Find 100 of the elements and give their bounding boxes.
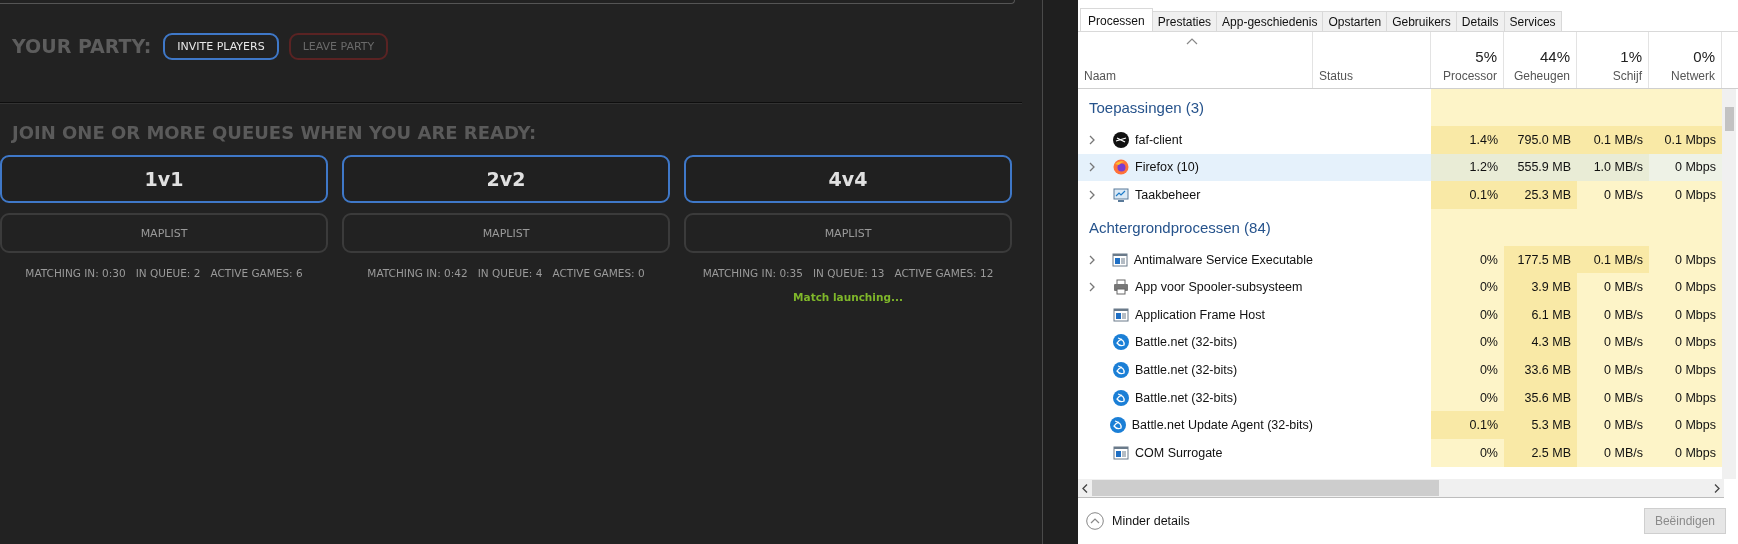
table-cell: 0% [1431, 356, 1504, 384]
expand-chevron-icon[interactable] [1089, 190, 1096, 200]
expand-chevron-icon[interactable] [1089, 162, 1096, 173]
table-cell: 0% [1431, 300, 1504, 329]
table-cell: 177.5 MB [1504, 245, 1577, 274]
table-cell: 0 MB/s [1577, 273, 1649, 301]
vertical-scrollbar[interactable] [1722, 89, 1736, 479]
process-name: Battle.net (32-bits) [1135, 335, 1238, 350]
table-cell: 0.1 MB/s [1577, 126, 1649, 154]
collapse-icon [1086, 512, 1104, 530]
table-cell: 0% [1431, 273, 1504, 301]
process-row[interactable]: COM Surrogate 0% 2.5 MB 0 MB/s 0 Mbps [1078, 438, 1722, 467]
browser-icon [1113, 159, 1129, 176]
process-row[interactable]: Application Frame Host 0% 6.1 MB 0 MB/s 0 Mbps [1078, 300, 1722, 329]
table-cell: 25.3 MB [1504, 181, 1577, 209]
maplist-button[interactable]: MAPLIST [0, 213, 328, 253]
table-cell: 0 Mbps [1649, 383, 1722, 412]
table-cell: 0 MB/s [1577, 181, 1649, 209]
table-cell: 0 MB/s [1577, 383, 1649, 412]
tab[interactable]: Prestaties [1151, 11, 1218, 31]
column-header[interactable]: Status [1319, 69, 1424, 83]
tab[interactable]: Details [1455, 11, 1505, 31]
tab[interactable]: Processen [1080, 8, 1153, 31]
process-row[interactable]: Firefox (10) 1.2% 555.9 MB 1.0 MB/s 0 Mbps [1078, 153, 1722, 182]
window-icon [1111, 251, 1128, 268]
table-cell: 0 Mbps [1649, 328, 1722, 357]
circle-logo-icon [1109, 417, 1126, 434]
queue-stat: ACTIVE GAMES: 12 [894, 267, 994, 279]
table-cell: 3.9 MB [1504, 273, 1577, 301]
queue-stat: ACTIVE GAMES: 0 [552, 267, 645, 279]
process-row[interactable]: Battle.net (32-bits) 0% 35.6 MB 0 MB/s 0 Mbps [1078, 383, 1722, 412]
tab[interactable]: Gebruikers [1386, 11, 1457, 31]
column-header[interactable]: Geheugen [1513, 69, 1570, 83]
process-name: Firefox (10) [1135, 160, 1199, 175]
queue-stat: IN QUEUE: 4 [477, 267, 543, 279]
table-cell: 35.6 MB [1504, 383, 1577, 412]
table-cell: 795.0 MB [1504, 126, 1577, 154]
process-row[interactable]: Battle.net Update Agent (32-bits) 0.1% 5.3 MB 0 MB/s 0 Mbps [1078, 411, 1722, 439]
maplist-button[interactable]: MAPLIST [684, 213, 1012, 253]
column-total: 44% [1539, 48, 1570, 65]
process-row[interactable]: Antimalware Service Executable 0% 177.5 MB 0.1 MB/s 0 Mbps [1078, 245, 1722, 274]
process-name: Application Frame Host [1135, 307, 1265, 322]
process-row[interactable]: Battle.net (32-bits) 0% 33.6 MB 0 MB/s 0 Mbps [1078, 356, 1722, 384]
process-name: faf-client [1135, 132, 1183, 147]
process-name: Battle.net (32-bits) [1135, 390, 1238, 405]
window-icon [1113, 444, 1129, 461]
process-row[interactable]: faf-client 1.4% 795.0 MB 0.1 MB/s 0.1 Mbps [1078, 126, 1722, 154]
table-cell: 1.4% [1431, 126, 1504, 154]
table-cell: 0.1 MB/s [1577, 245, 1649, 274]
queue-stat: IN QUEUE: 13 [812, 267, 885, 279]
table-cell: 0.1% [1431, 181, 1504, 209]
queue-button[interactable]: 1v1 [0, 155, 328, 203]
expand-chevron-icon[interactable] [1089, 254, 1096, 265]
column-header[interactable]: Naam [1084, 69, 1306, 83]
table-cell: 1.2% [1431, 153, 1504, 182]
scroll-right-icon[interactable] [1714, 483, 1720, 493]
table-cell: 0 Mbps [1649, 245, 1722, 274]
scroll-left-icon[interactable] [1082, 483, 1088, 493]
circle-logo-icon [1113, 361, 1129, 378]
horizontal-scrollbar[interactable] [1078, 479, 1724, 498]
circle-logo-icon [1113, 334, 1129, 351]
table-cell: 6.1 MB [1504, 300, 1577, 329]
printer-icon [1113, 279, 1129, 296]
table-cell: 555.9 MB [1504, 153, 1577, 182]
process-name: App voor Spooler-subsysteem [1135, 280, 1303, 295]
column-total: 1% [1620, 48, 1642, 65]
column-header[interactable]: Schijf [1612, 69, 1642, 83]
table-cell: 0% [1431, 245, 1504, 274]
table-cell: 0 MB/s [1577, 438, 1649, 467]
tab[interactable]: Services [1503, 11, 1562, 31]
table-cell: 0 Mbps [1649, 411, 1722, 439]
table-cell: 0 Mbps [1649, 356, 1722, 384]
queue-button[interactable]: 4v4 [684, 155, 1012, 203]
expand-chevron-icon[interactable] [1089, 134, 1096, 145]
monitor-icon [1113, 187, 1129, 203]
table-cell: 0 Mbps [1649, 300, 1722, 329]
process-row[interactable]: App voor Spooler-subsysteem 0% 3.9 MB 0 MB/s 0 Mbps [1078, 273, 1722, 301]
column-header[interactable]: Processor [1442, 69, 1497, 83]
process-row[interactable]: Taakbeheer 0.1% 25.3 MB 0 MB/s 0 Mbps [1078, 181, 1722, 209]
queue-stat: IN QUEUE: 2 [135, 267, 201, 279]
invite-players-button[interactable]: INVITE PLAYERS [163, 32, 279, 60]
group-header: Toepassingen (3) [1089, 99, 1205, 116]
maplist-button[interactable]: MAPLIST [342, 213, 670, 253]
process-name: Battle.net Update Agent (32-bits) [1131, 418, 1313, 433]
table-cell: 0 Mbps [1649, 438, 1722, 467]
fewer-details-link[interactable]: Minder details [1112, 514, 1190, 528]
queue-stat: MATCHING IN: 0:30 [25, 267, 126, 279]
table-cell: 0% [1431, 383, 1504, 412]
column-header[interactable]: Netwerk [1671, 69, 1715, 83]
table-cell: 2.5 MB [1504, 438, 1577, 467]
table-cell: 5.3 MB [1504, 411, 1577, 439]
table-cell: 0 Mbps [1649, 273, 1722, 301]
tab[interactable]: Opstarten [1322, 11, 1388, 31]
logo-icon [1113, 131, 1129, 148]
party-label: YOUR PARTY: [12, 35, 152, 57]
tab[interactable]: App-geschiedenis [1216, 11, 1324, 31]
table-cell: 4.3 MB [1504, 328, 1577, 357]
process-row[interactable]: Battle.net (32-bits) 0% 4.3 MB 0 MB/s 0 Mbps [1078, 328, 1722, 357]
queue-button[interactable]: 2v2 [342, 155, 670, 203]
expand-chevron-icon[interactable] [1089, 282, 1096, 293]
